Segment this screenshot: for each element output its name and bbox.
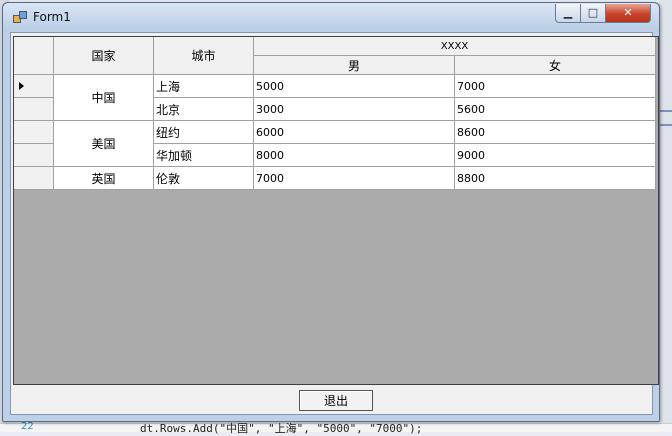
current-row-arrow-icon	[19, 82, 24, 90]
female-cell[interactable]: 5600	[455, 98, 656, 121]
ide-scrollbar-strip	[659, 0, 672, 431]
row-header[interactable]	[14, 144, 54, 167]
female-cell[interactable]: 8600	[455, 121, 656, 144]
male-cell[interactable]: 8000	[254, 144, 455, 167]
country-cell[interactable]: 中国	[54, 75, 154, 121]
window-title: Form1	[33, 10, 71, 24]
column-header-female[interactable]: 女	[455, 56, 656, 75]
form-client-area: 国家 城市 XXXX 男 女 中国 美国 英国 上海 5000 7000 北京 …	[10, 32, 659, 415]
male-cell[interactable]: 5000	[254, 75, 455, 98]
title-bar[interactable]: Form1 ▁ □ ✕	[3, 3, 659, 31]
app-icon	[13, 11, 27, 24]
close-button[interactable]: ✕	[605, 4, 651, 23]
exit-button[interactable]: 退出	[299, 390, 373, 411]
row-header[interactable]	[14, 98, 54, 121]
city-cell[interactable]: 纽约	[154, 121, 254, 144]
city-cell[interactable]: 伦敦	[154, 167, 254, 190]
row-header-selected[interactable]	[14, 75, 54, 98]
column-group-header[interactable]: XXXX	[254, 37, 656, 56]
row-header[interactable]	[14, 167, 54, 190]
female-cell[interactable]: 8800	[455, 167, 656, 190]
data-grid[interactable]: 国家 城市 XXXX 男 女 中国 美国 英国 上海 5000 7000 北京 …	[13, 36, 659, 385]
city-cell[interactable]: 北京	[154, 98, 254, 121]
female-cell[interactable]: 9000	[455, 144, 656, 167]
minimize-button[interactable]: ▁	[555, 4, 581, 23]
code-line-number: 22	[21, 421, 34, 432]
country-cell[interactable]: 美国	[54, 121, 154, 167]
scroll-marker	[659, 124, 672, 126]
scroll-marker	[659, 110, 672, 112]
city-cell[interactable]: 上海	[154, 75, 254, 98]
city-cell[interactable]: 华加顿	[154, 144, 254, 167]
code-line-text: dt.Rows.Add("中国", "上海", "5000", "7000");	[140, 422, 423, 435]
male-cell[interactable]: 6000	[254, 121, 455, 144]
maximize-button[interactable]: □	[580, 4, 606, 23]
column-header-male[interactable]: 男	[254, 56, 455, 75]
column-header-country[interactable]: 国家	[54, 37, 154, 75]
row-header[interactable]	[14, 121, 54, 144]
male-cell[interactable]: 7000	[254, 167, 455, 190]
female-cell[interactable]: 7000	[455, 75, 656, 98]
column-header-city[interactable]: 城市	[154, 37, 254, 75]
male-cell[interactable]: 3000	[254, 98, 455, 121]
form-window: Form1 ▁ □ ✕ 国家 城市 XXXX 男 女 中国 美国 英国 上海 5…	[2, 2, 660, 422]
country-cell[interactable]: 英国	[54, 167, 154, 190]
grid-corner-header[interactable]	[14, 37, 54, 75]
